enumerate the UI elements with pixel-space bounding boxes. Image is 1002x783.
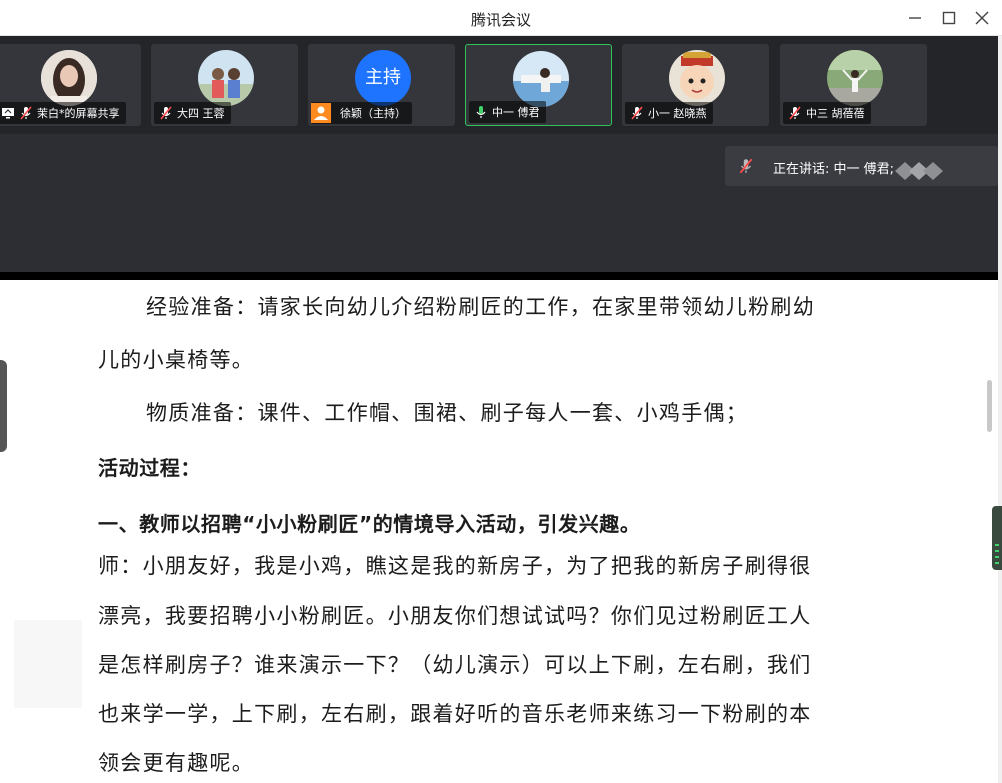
participant-namebar: 大四 王蓉 [154, 102, 231, 124]
doc-heading: 活动过程： [98, 456, 201, 480]
participant-namebar: 中一 傅君 [469, 101, 546, 123]
close-icon [975, 11, 989, 25]
divider [0, 272, 998, 280]
document-shadow [14, 620, 82, 708]
participant-namebar: 中三 胡蓓蓓 [783, 102, 871, 124]
doc-heading: 一、教师以招聘“小小粉刷匠”的情境导入活动，引发兴趣。 [98, 512, 641, 536]
scrollbar-thumb[interactable] [987, 380, 992, 432]
close-button[interactable] [968, 4, 996, 32]
minimize-button[interactable] [901, 4, 929, 32]
participant-tile-active[interactable]: 中一 傅君 [465, 44, 612, 126]
host-avatar: 主持 [355, 50, 411, 106]
video-area: 正在讲话: 中一 傅君; [0, 134, 998, 272]
participant-tile[interactable]: 中三 胡蓓蓓 [780, 44, 927, 126]
user-icon [311, 103, 331, 123]
participant-name: 徐颖（主持） [340, 107, 406, 120]
avatar [198, 50, 254, 106]
screen-share-icon [2, 108, 14, 119]
maximize-icon [942, 11, 956, 25]
participant-namebar: 茉白*的屏幕共享 [0, 102, 126, 124]
window-title: 腾讯会议 [470, 11, 531, 29]
mic-muted-icon [631, 106, 643, 120]
participant-namebar: 小一 赵晓燕 [625, 102, 713, 124]
participant-name: 大四 王蓉 [177, 107, 225, 120]
doc-line: 领会更有趣呢。 [98, 751, 255, 775]
speaking-text: 正在讲话: 中一 傅君; [773, 162, 895, 177]
participant-name: 中一 傅君 [492, 106, 540, 119]
participant-tile[interactable]: 小一 赵晓燕 [622, 44, 769, 126]
doc-line: 儿的小桌椅等。 [98, 348, 255, 372]
participant-tile[interactable]: 茉白*的屏幕共享 [0, 44, 141, 126]
mic-active-icon [476, 106, 486, 118]
mic-muted-icon [160, 106, 172, 120]
participant-tile[interactable]: 大四 王蓉 [151, 44, 298, 126]
participant-namebar: 徐颖（主持） [311, 102, 412, 124]
doc-line: 师：小朋友好，我是小鸡，瞧这是我的新房子，为了把我的新房子刷得很 [98, 554, 812, 578]
title-bar: 腾讯会议 [0, 0, 1002, 36]
window-edge [998, 36, 1002, 783]
blurred-name [895, 162, 943, 180]
doc-line: 物质准备：课件、工作帽、围裙、刷子每人一套、小鸡手偶； [146, 401, 749, 425]
speaking-indicator: 正在讲话: 中一 傅君; [725, 146, 998, 186]
side-panel-handle[interactable] [0, 360, 7, 452]
minimize-icon [909, 17, 921, 19]
avatar [513, 51, 569, 107]
doc-line: 经验准备：请家长向幼儿介绍粉刷匠的工作，在家里带领幼儿粉刷幼 [146, 295, 815, 319]
participant-name: 茉白*的屏幕共享 [37, 107, 120, 120]
mic-muted-icon [20, 106, 32, 120]
mic-muted-icon [739, 158, 753, 174]
participant-tile[interactable]: 主持 徐颖（主持） [308, 44, 455, 126]
maximize-button[interactable] [935, 4, 963, 32]
side-toolbar-handle[interactable] [992, 506, 1002, 570]
participant-strip: 茉白*的屏幕共享 大四 王蓉 主持 徐颖（主持） 中一 傅君 小一 赵晓燕 中三… [0, 36, 998, 134]
doc-line: 漂亮，我要招聘小小粉刷匠。小朋友你们想试试吗？你们见过粉刷匠工人 [98, 604, 812, 628]
avatar [827, 50, 883, 106]
participant-name: 中三 胡蓓蓓 [806, 107, 865, 120]
doc-line: 是怎样刷房子？谁来演示一下？（幼儿演示）可以上下刷，左右刷，我们 [98, 653, 812, 677]
doc-line: 也来学一学，上下刷，左右刷，跟着好听的音乐老师来练习一下粉刷的本 [98, 702, 812, 726]
avatar [41, 50, 97, 106]
avatar [669, 50, 725, 106]
shared-document[interactable]: 经验准备：请家长向幼儿介绍粉刷匠的工作，在家里带领幼儿粉刷幼 儿的小桌椅等。 物… [0, 280, 998, 783]
participant-name: 小一 赵晓燕 [648, 107, 707, 120]
mic-muted-icon [789, 106, 801, 120]
